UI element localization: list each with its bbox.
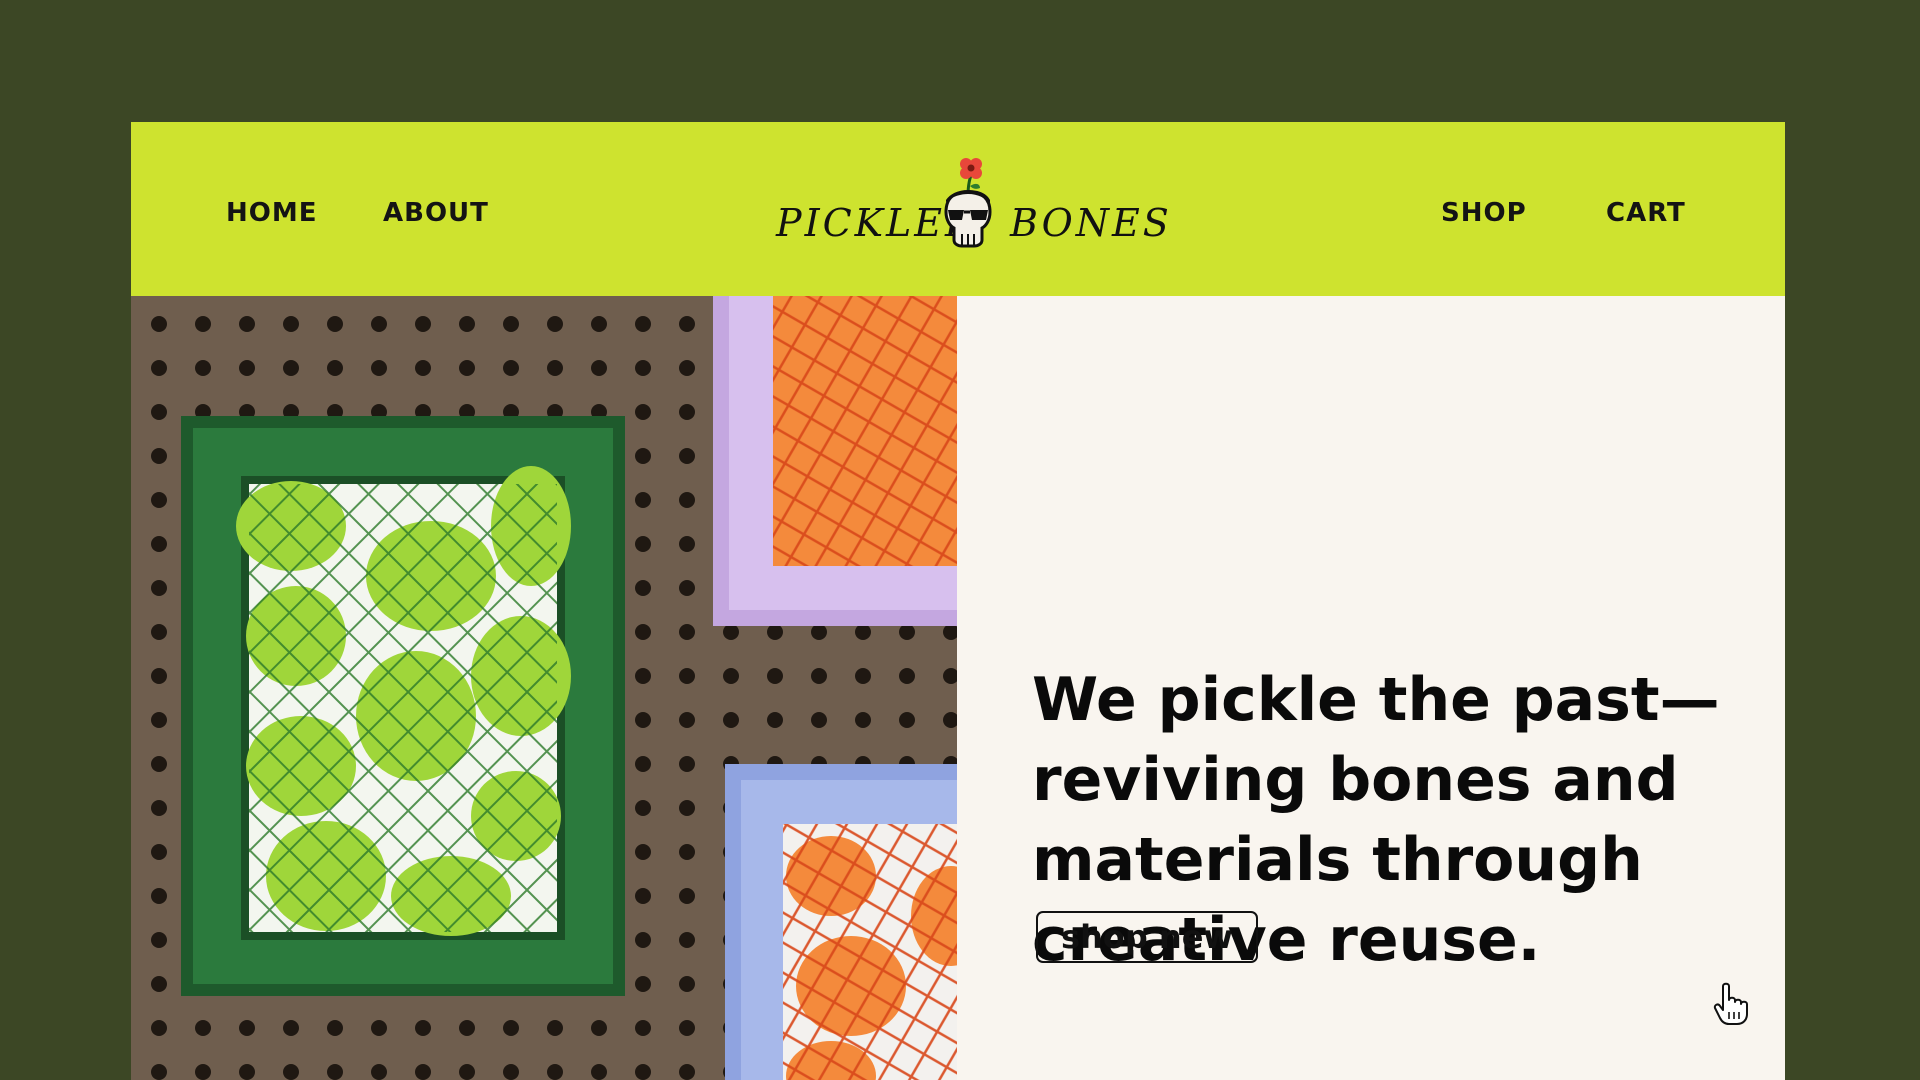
logo-word-right: BONES	[1010, 201, 1172, 245]
nav-about-link[interactable]: ABOUT	[383, 200, 489, 226]
nav-cart-link[interactable]: CART	[1606, 200, 1686, 226]
nav-home-link[interactable]: HOME	[226, 200, 318, 226]
hero-image	[131, 296, 957, 1080]
shop-new-button[interactable]: shop new	[1036, 911, 1258, 963]
hand-pointer-cursor-icon	[1713, 982, 1748, 1025]
website-frame: HOME ABOUT PICKLED BONES SHOP CART We pi…	[131, 122, 1785, 1080]
site-logo[interactable]: PICKLED BONES	[776, 154, 1169, 274]
site-header: HOME ABOUT PICKLED BONES SHOP CART	[131, 122, 1785, 296]
nav-shop-link[interactable]: SHOP	[1441, 200, 1527, 226]
skull-flower-icon	[944, 158, 992, 248]
picture-frames-on-pegboard-icon	[131, 296, 957, 1080]
